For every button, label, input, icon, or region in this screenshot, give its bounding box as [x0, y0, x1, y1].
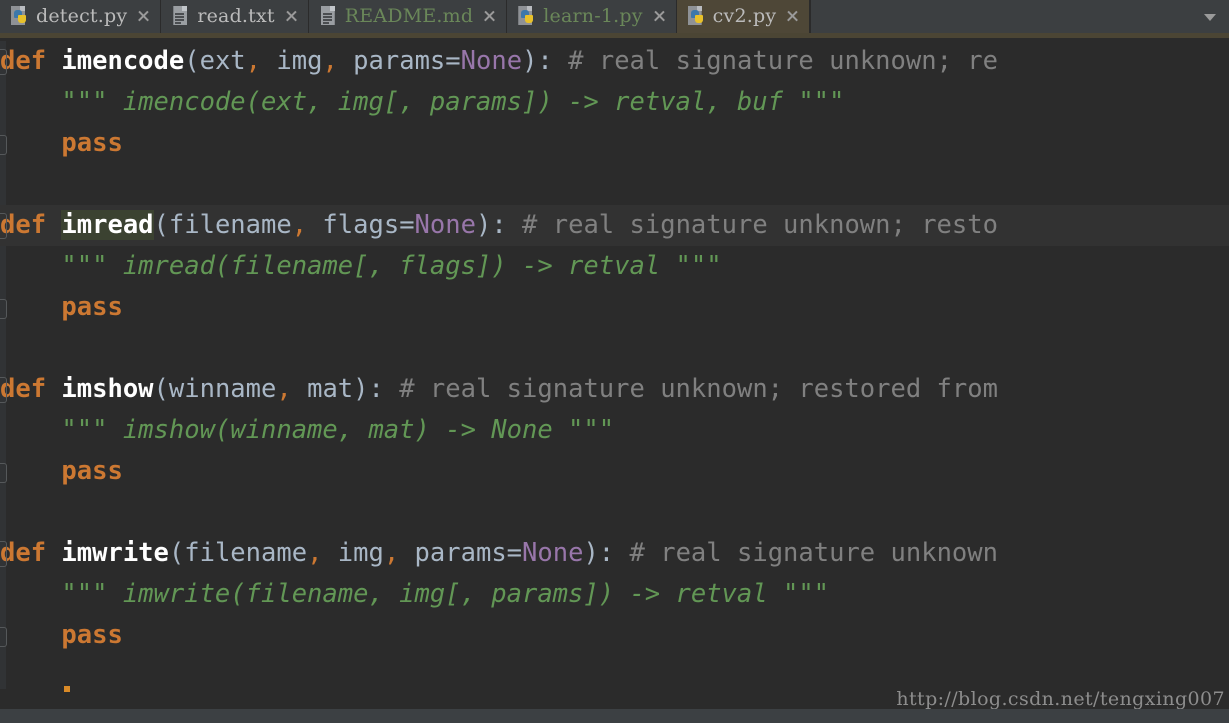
pycharm-editor-window: detect.py read.txt README.md learn-1.py cv2.… — [0, 0, 1229, 723]
code-token: params= — [337, 46, 461, 76]
code-token: None — [414, 210, 476, 240]
code-token: # real signature unknown — [614, 538, 998, 568]
code-line[interactable]: """ imshow(winname, mat) -> None """ — [0, 410, 1229, 451]
close-icon[interactable] — [785, 9, 800, 24]
text-file-icon — [171, 6, 190, 27]
code-line[interactable]: """ imread(filename[, flags]) -> retval … — [0, 246, 1229, 287]
code-token: (filename — [153, 210, 292, 240]
code-fold-start-icon[interactable] — [0, 213, 7, 239]
code-token: , — [245, 46, 262, 76]
code-token: def — [0, 538, 62, 568]
tab-bar-empty-space — [810, 0, 1229, 33]
code-line[interactable]: pass — [0, 615, 1229, 656]
watermark-url: http://blog.csdn.net/tengxing007 — [896, 688, 1225, 710]
code-token: # real signature unknown; re — [552, 46, 998, 76]
code-fold-start-icon[interactable] — [0, 49, 7, 75]
code-token: pass — [61, 292, 123, 322]
code-token: def — [0, 374, 62, 404]
editor-tab-read-txt[interactable]: read.txt — [161, 0, 309, 33]
code-token: pass — [61, 456, 123, 486]
code-token: None — [522, 538, 584, 568]
tab-label: README.md — [344, 5, 474, 27]
code-token: def — [0, 46, 62, 76]
code-fold-end-icon[interactable] — [0, 627, 7, 647]
code-token: def — [0, 210, 62, 240]
code-line[interactable]: """ imencode(ext, img[, params]) -> retv… — [0, 82, 1229, 123]
code-token: # real signature unknown; resto — [506, 210, 998, 240]
code-line[interactable]: pass — [0, 123, 1229, 164]
code-editor-area[interactable]: def imencode(ext, img, params=None): # r… — [0, 41, 1229, 689]
close-icon[interactable] — [284, 9, 299, 24]
code-token: , — [307, 538, 323, 568]
code-token: (ext — [184, 46, 246, 76]
code-token: params= — [399, 538, 523, 568]
code-token: , — [276, 374, 292, 404]
code-token: pass — [61, 128, 123, 158]
code-token: # real signature unknown; restored from — [383, 374, 998, 404]
code-line[interactable]: def imread(filename, flags=None): # real… — [0, 205, 1229, 246]
code-line[interactable] — [0, 164, 1229, 205]
code-fold-end-icon[interactable] — [0, 299, 7, 319]
code-token: (winname — [153, 374, 277, 404]
code-token: flags= — [307, 210, 415, 240]
close-icon[interactable] — [652, 9, 667, 24]
editor-tab-bar: detect.py read.txt README.md learn-1.py cv2.… — [0, 0, 1229, 33]
code-token: , — [291, 210, 308, 240]
code-fold-end-icon[interactable] — [0, 135, 7, 155]
code-token: """ imread(filename[, flags]) -> retval … — [0, 251, 722, 281]
code-token: ): — [475, 210, 507, 240]
code-token: imshow — [61, 374, 154, 404]
code-fold-end-icon[interactable] — [0, 463, 7, 483]
code-token: imwrite — [61, 538, 169, 568]
code-token: , — [383, 538, 400, 568]
editor-tab-cv2-py[interactable]: cv2.py — [676, 0, 811, 33]
tab-label: cv2.py — [712, 5, 777, 27]
code-token: pass — [61, 620, 123, 650]
scrollbar-error-marker[interactable] — [64, 686, 70, 692]
code-line[interactable] — [0, 492, 1229, 533]
python-file-icon — [517, 6, 536, 27]
code-token: imencode — [61, 46, 185, 76]
code-line[interactable]: """ imwrite(filename, img[, params]) -> … — [0, 574, 1229, 615]
code-token: , — [322, 46, 338, 76]
code-token: mat): — [291, 374, 384, 404]
python-file-icon — [10, 6, 29, 27]
tab-label: read.txt — [197, 5, 275, 27]
code-line[interactable]: pass — [0, 287, 1229, 328]
markdown-file-icon — [319, 6, 338, 27]
python-file-icon — [687, 6, 706, 27]
code-line[interactable]: def imwrite(filename, img, params=None):… — [0, 533, 1229, 574]
code-line[interactable] — [0, 328, 1229, 369]
code-token: ): — [522, 46, 553, 76]
code-token: (filename — [168, 538, 308, 568]
status-bar — [0, 709, 1229, 723]
chevron-down-icon[interactable] — [1204, 14, 1216, 21]
code-fold-start-icon[interactable] — [0, 541, 7, 567]
code-token: imread — [61, 210, 154, 240]
code-token: """ imshow(winname, mat) -> None """ — [0, 415, 615, 445]
editor-tab-learn-1-py[interactable]: learn-1.py — [507, 0, 677, 33]
editor-tab-detect-py[interactable]: detect.py — [0, 0, 162, 33]
code-line[interactable]: def imencode(ext, img, params=None): # r… — [0, 41, 1229, 82]
code-token: """ imencode(ext, img[, params]) -> retv… — [0, 87, 845, 117]
code-fold-start-icon[interactable] — [0, 377, 7, 403]
editor-tab-readme-md[interactable]: README.md — [308, 0, 508, 33]
code-line[interactable]: def imshow(winname, mat): # real signatu… — [0, 369, 1229, 410]
code-content[interactable]: def imencode(ext, img, params=None): # r… — [0, 41, 1229, 656]
code-token: img — [261, 46, 323, 76]
code-line[interactable]: pass — [0, 451, 1229, 492]
tab-label: learn-1.py — [543, 5, 643, 27]
code-token: None — [460, 46, 523, 76]
code-token: """ imwrite(filename, img[, params]) -> … — [0, 579, 830, 609]
code-token: ): — [583, 538, 615, 568]
tab-label: detect.py — [36, 5, 128, 27]
close-icon[interactable] — [482, 9, 497, 24]
close-icon[interactable] — [136, 9, 151, 24]
code-token: img — [322, 538, 384, 568]
